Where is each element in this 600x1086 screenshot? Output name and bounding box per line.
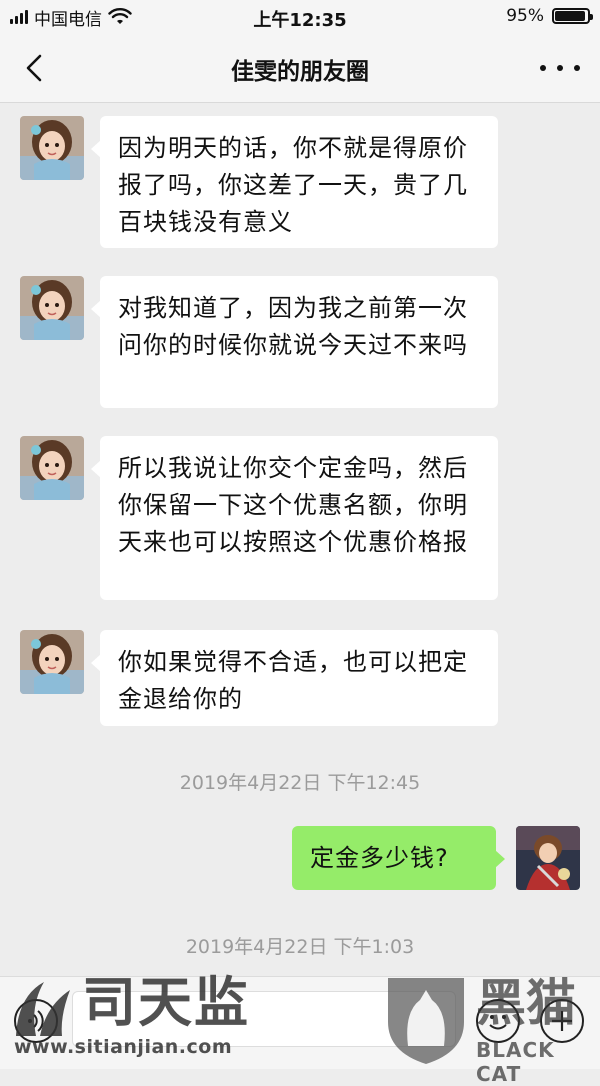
watermark-en: BLACK CAT: [476, 1038, 555, 1086]
more-button[interactable]: [540, 52, 580, 84]
watermark-url: www.sitianjian.com: [14, 1036, 233, 1058]
girl-avatar-icon: [20, 116, 84, 180]
sitianjian-logo-icon: [16, 982, 70, 1036]
message-bubble: 所以我说让你交个定金吗，然后你保留一下这个优惠名额，你明天来也可以按照这个优惠价…: [91, 436, 498, 600]
nav-bar: 佳雯的朋友圈: [0, 34, 600, 103]
avatar[interactable]: [20, 116, 84, 180]
message-bubble: 定金多少钱?: [292, 826, 505, 890]
message-bubble: 你如果觉得不合适，也可以把定金退给你的: [91, 630, 498, 726]
battery-percent: 95%: [506, 6, 544, 26]
watermark-name: 司天监: [82, 971, 250, 1034]
battery-level: [555, 11, 586, 21]
watermark-sitianjian: 司天监 www.sitianjian.com: [10, 970, 250, 1060]
status-bar: 中国电信 上午12:35 95%: [0, 0, 600, 34]
message-timestamp: 2019年4月22日 下午1:03: [185, 936, 415, 958]
page-title: 佳雯的朋友圈: [231, 59, 369, 85]
avatar[interactable]: [20, 630, 84, 694]
battery-info: 95%: [506, 6, 593, 26]
message-bubble: 对我知道了，因为我之前第一次问你的时候你就说今天过不来吗: [91, 276, 498, 408]
watermark-blackcat: 黑猫 BLACK CAT: [384, 972, 598, 1086]
battery-icon: [552, 8, 593, 24]
anime-avatar-icon: [516, 826, 580, 890]
girl-avatar-icon: [20, 436, 84, 500]
message-timestamp: 2019年4月22日 下午12:45: [179, 772, 421, 794]
avatar[interactable]: [20, 436, 84, 500]
black-cat-shield-icon: [388, 978, 464, 1064]
girl-avatar-icon: [20, 630, 84, 694]
avatar[interactable]: [516, 826, 580, 890]
girl-avatar-icon: [20, 276, 84, 340]
more-dots-icon: [540, 65, 546, 71]
avatar[interactable]: [20, 276, 84, 340]
message-bubble: 因为明天的话，你不就是得原价报了吗，你这差了一天，贵了几百块钱没有意义: [91, 116, 498, 248]
watermark-cn: 黑猫: [476, 974, 576, 1032]
